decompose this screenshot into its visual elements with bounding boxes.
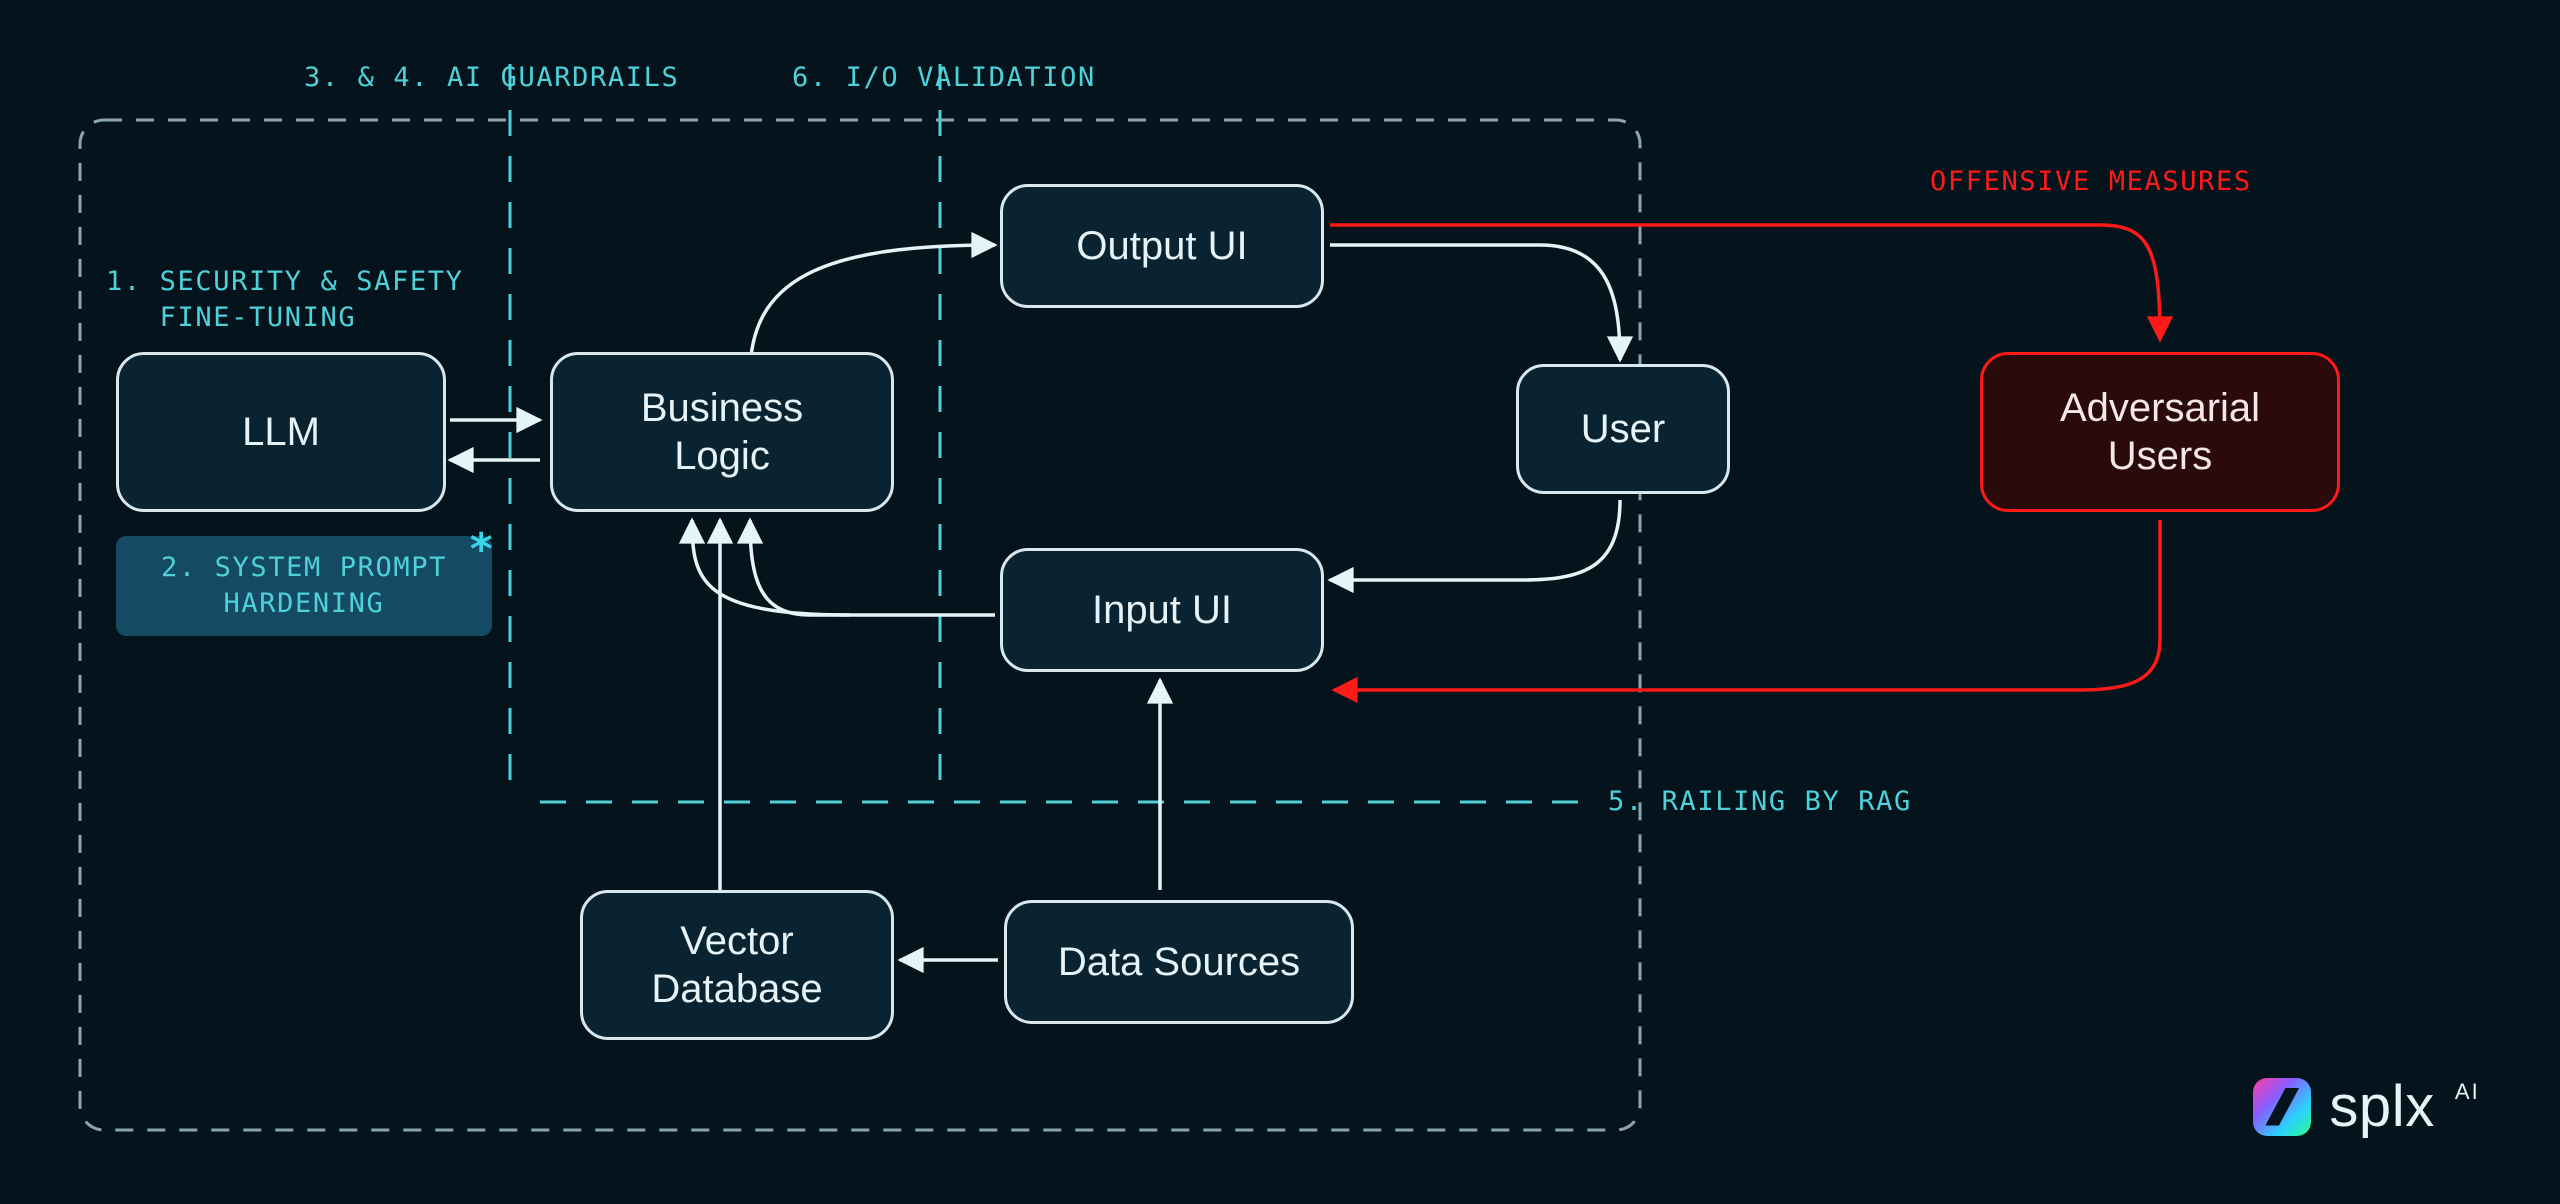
node-input-ui: Input UI: [1000, 548, 1324, 672]
node-output-ui: Output UI: [1000, 184, 1324, 308]
logo-suffix: AI: [2455, 1079, 2480, 1105]
label-step-1: 1. SECURITY & SAFETY FINE-TUNING: [106, 264, 464, 337]
label-step-2-highlight: 2. SYSTEM PROMPT HARDENING: [116, 536, 492, 636]
brand-logo: splx AI: [2253, 1073, 2480, 1140]
logo-wordmark: splx: [2329, 1073, 2434, 1140]
label-step-6: 6. I/O VALIDATION: [792, 60, 1096, 96]
edge-output-to-user: [1330, 245, 1620, 360]
edge-output-to-adversarial: [1330, 225, 2160, 340]
node-user: User: [1516, 364, 1730, 494]
label-step-5: 5. RAILING BY RAG: [1608, 784, 1912, 820]
node-data-sources: Data Sources: [1004, 900, 1354, 1024]
label-offensive-measures: OFFENSIVE MEASURES: [1930, 164, 2252, 200]
asterisk-icon: *: [468, 524, 495, 575]
edge-hidden: [750, 520, 995, 580]
node-vector-database: Vector Database: [580, 890, 894, 1040]
diagram-canvas: 3. & 4. AI GUARDRAILS 6. I/O VALIDATION …: [20, 20, 2540, 1184]
edge-adversarial-to-input-path: [1340, 520, 2160, 690]
label-step-3-4: 3. & 4. AI GUARDRAILS: [304, 60, 679, 96]
node-adversarial-users: Adversarial Users: [1980, 352, 2340, 512]
edge-input-to-business-a: [750, 520, 995, 615]
node-llm: LLM: [116, 352, 446, 512]
logo-mark-icon: [2253, 1078, 2311, 1136]
node-business-logic: Business Logic: [550, 352, 894, 512]
edge-user-to-input: [1330, 500, 1620, 580]
